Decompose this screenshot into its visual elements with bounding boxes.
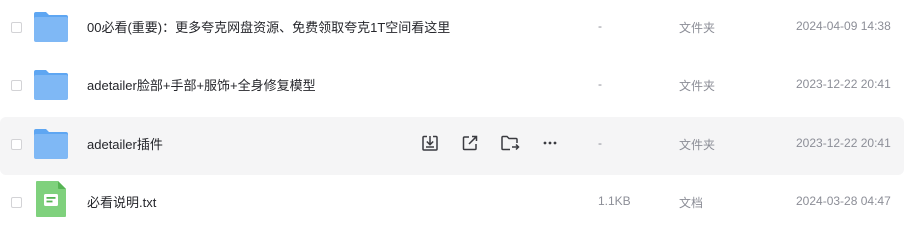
file-type: 文件夹 [679,21,716,35]
file-row[interactable]: adetailer脸部+手部+服饰+全身修复模型 - 文件夹 2023-12-2… [0,58,904,116]
file-name[interactable]: 必看说明.txt [87,192,156,211]
file-size: - [598,77,602,91]
file-modified-date: 2023-12-22 20:41 [796,136,891,150]
folder-icon [34,129,68,159]
move-button[interactable] [499,132,521,154]
file-row[interactable]: 必看说明.txt 1.1KB 文档 2024-03-28 04:47 [0,175,904,233]
share-icon [462,135,478,151]
row-checkbox[interactable] [11,197,22,208]
file-type: 文件夹 [679,79,716,93]
download-icon [422,135,438,151]
file-modified-date: 2024-04-09 14:38 [796,19,891,33]
file-size: - [598,19,602,33]
download-button[interactable] [419,132,441,154]
file-name[interactable]: adetailer脸部+手部+服饰+全身修复模型 [87,75,316,94]
file-type: 文档 [679,196,704,210]
file-size: - [598,136,602,150]
file-name[interactable]: 00必看(重要)：更多夸克网盘资源、免费领取夸克1T空间看这里 [87,17,450,36]
folder-icon [34,12,68,42]
file-name[interactable]: adetailer插件 [87,134,163,153]
file-modified-date: 2023-12-22 20:41 [796,77,891,91]
row-checkbox[interactable] [11,139,22,150]
text-document-icon [36,181,66,217]
share-button[interactable] [459,132,481,154]
file-modified-date: 2024-03-28 04:47 [796,194,891,208]
file-row[interactable]: adetailer插件 - 文件夹 2023-12-22 20:41 [0,117,904,175]
row-checkbox[interactable] [11,22,22,33]
row-checkbox[interactable] [11,80,22,91]
file-size: 1.1KB [598,194,631,208]
more-button[interactable] [539,132,561,154]
folder-icon [34,70,68,100]
file-type: 文件夹 [679,138,716,152]
file-list: 00必看(重要)：更多夸克网盘资源、免费领取夸克1T空间看这里 - 文件夹 20… [0,0,904,233]
file-row[interactable]: 00必看(重要)：更多夸克网盘资源、免费领取夸克1T空间看这里 - 文件夹 20… [0,0,904,58]
more-icon [543,141,557,145]
move-to-folder-icon [501,135,520,151]
